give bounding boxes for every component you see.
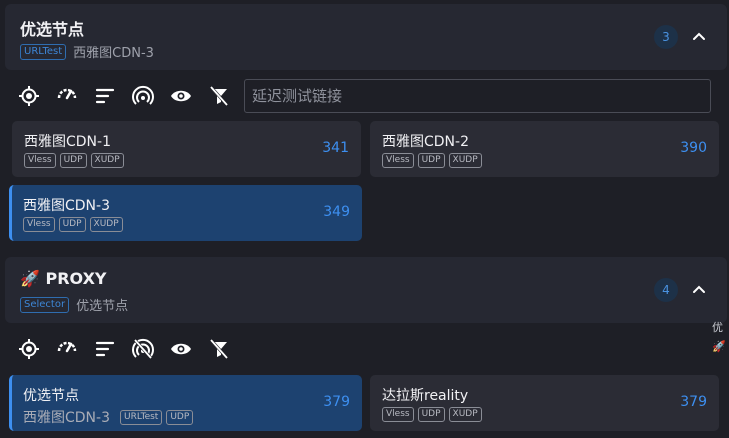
eye-icon[interactable]	[168, 337, 193, 362]
node-tags: Vless UDP XUDP	[382, 407, 482, 422]
udp-tag: UDP	[417, 407, 445, 422]
xudp-tag: XUDP	[90, 153, 124, 168]
node-tags: Vless UDP XUDP	[382, 153, 482, 168]
eye-icon[interactable]	[168, 84, 193, 109]
protocol-tag: Vless	[23, 217, 55, 232]
broadcast-off-icon[interactable]	[130, 337, 155, 362]
udp-tag: UDP	[417, 153, 445, 168]
node-name: 西雅图CDN-2	[382, 134, 469, 150]
speedometer-icon[interactable]	[54, 84, 79, 109]
filter-off-icon[interactable]	[206, 84, 231, 109]
node-delay[interactable]: 341	[322, 140, 349, 156]
node-count-badge: 3	[654, 25, 678, 49]
node-tags: Vless UDP XUDP	[23, 217, 123, 232]
speedometer-icon[interactable]	[54, 337, 79, 362]
group-type-tag: URLTest	[20, 43, 67, 60]
group-current-node: 优选节点	[76, 299, 129, 314]
group-toolbar	[16, 79, 231, 113]
udp-tag: UDP	[59, 153, 87, 168]
node-delay[interactable]: 379	[323, 394, 350, 410]
xudp-tag: XUDP	[448, 407, 482, 422]
udp-tag: UDP	[166, 409, 194, 425]
filter-off-icon[interactable]	[206, 337, 231, 362]
node-name: 优选节点	[23, 388, 79, 404]
node-name: 西雅图CDN-3	[23, 198, 110, 214]
node-tags: Vless UDP XUDP	[24, 153, 124, 168]
group-type-tag: Selector	[20, 296, 70, 313]
group-subtitle: URLTest 西雅图CDN-3	[20, 42, 154, 61]
group-type-tag: URLTest	[120, 409, 163, 425]
group-toolbar	[16, 332, 231, 366]
nested-current-node: 西雅图CDN-3	[23, 410, 110, 426]
broadcast-icon[interactable]	[130, 84, 155, 109]
delay-test-url-input[interactable]	[244, 79, 711, 113]
group-title: 优选节点	[20, 20, 85, 39]
node-tags: 西雅图CDN-3 URLTest UDP	[23, 407, 194, 427]
protocol-tag: Vless	[382, 407, 414, 422]
node-delay[interactable]: 349	[323, 204, 350, 220]
node-card-selected[interactable]: 优选节点 西雅图CDN-3 URLTest UDP 379	[9, 375, 362, 431]
sort-icon[interactable]	[92, 84, 117, 109]
xudp-tag: XUDP	[89, 217, 123, 232]
rocket-icon: 🚀	[20, 269, 40, 288]
node-card[interactable]: 达拉斯reality Vless UDP XUDP 379	[370, 375, 719, 431]
group-title: 🚀 PROXY	[20, 269, 107, 288]
chevron-up-icon[interactable]	[690, 27, 708, 45]
node-delay[interactable]: 379	[680, 394, 707, 410]
side-nav-item-auto[interactable]: 优	[712, 319, 723, 335]
node-card-selected[interactable]: 西雅图CDN-3 Vless UDP XUDP 349	[9, 185, 362, 241]
side-nav-item-proxy[interactable]: 🚀	[712, 340, 726, 353]
xudp-tag: XUDP	[448, 153, 482, 168]
node-card[interactable]: 西雅图CDN-1 Vless UDP XUDP 341	[12, 121, 361, 177]
protocol-tag: Vless	[382, 153, 414, 168]
node-name: 西雅图CDN-1	[24, 134, 111, 150]
locate-icon[interactable]	[16, 84, 41, 109]
locate-icon[interactable]	[16, 337, 41, 362]
node-name: 达拉斯reality	[382, 388, 469, 404]
group-title-text: PROXY	[45, 269, 107, 288]
group-header-proxy[interactable]: 🚀 PROXY Selector 优选节点 4	[5, 257, 727, 323]
group-header-auto[interactable]: 优选节点 URLTest 西雅图CDN-3 3	[5, 4, 727, 70]
node-count-badge: 4	[654, 278, 678, 302]
node-card[interactable]: 西雅图CDN-2 Vless UDP XUDP 390	[370, 121, 719, 177]
protocol-tag: Vless	[24, 153, 56, 168]
udp-tag: UDP	[58, 217, 86, 232]
node-delay[interactable]: 390	[680, 140, 707, 156]
group-subtitle: Selector 优选节点	[20, 295, 128, 314]
chevron-up-icon[interactable]	[690, 280, 708, 298]
group-current-node: 西雅图CDN-3	[73, 46, 154, 61]
sort-icon[interactable]	[92, 337, 117, 362]
